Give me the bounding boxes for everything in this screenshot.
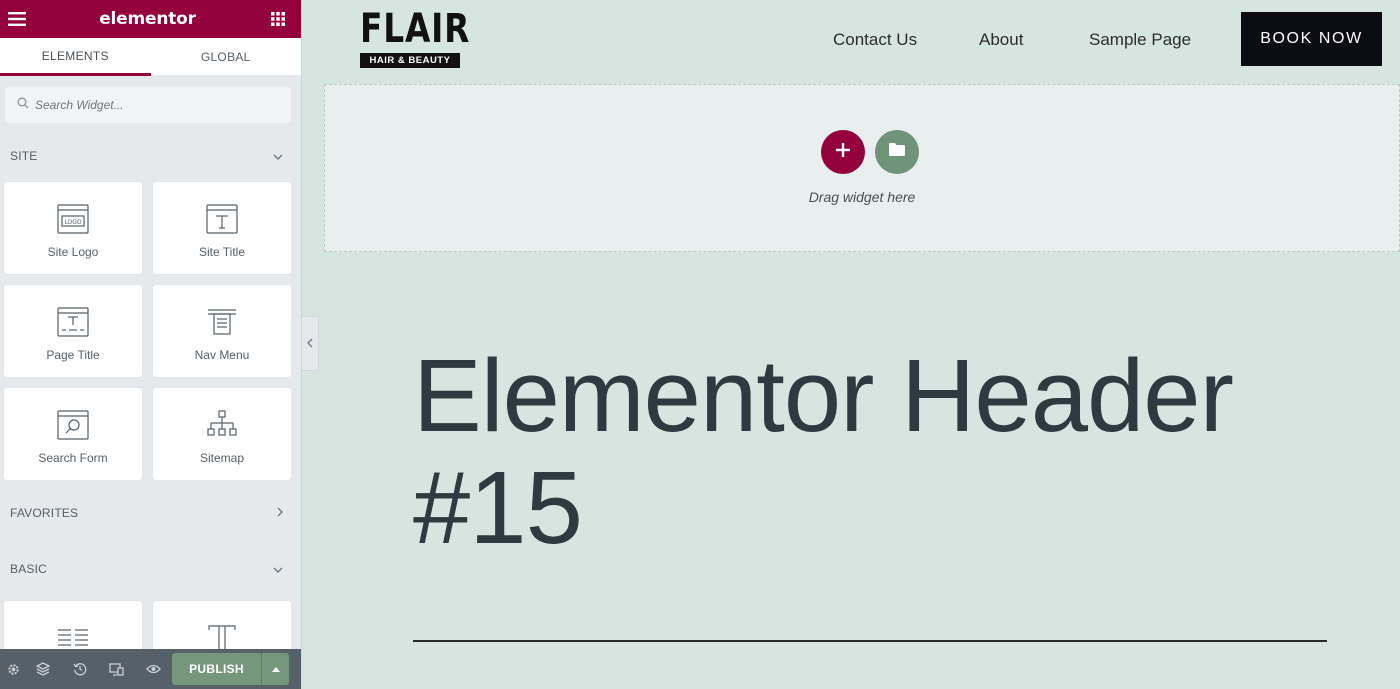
section-site-header[interactable]: SITE: [0, 133, 301, 179]
section-basic-header[interactable]: BASIC: [0, 540, 301, 598]
tab-elements[interactable]: ELEMENTS: [0, 38, 151, 76]
chevron-down-icon: [273, 149, 283, 163]
tab-global[interactable]: GLOBAL: [150, 38, 301, 76]
collapse-panel-toggle[interactable]: [302, 316, 319, 371]
page-title-icon: [55, 304, 91, 340]
search-widget-input[interactable]: [35, 98, 275, 112]
nav-link-about[interactable]: About: [979, 30, 1023, 50]
widget-label: Search Form: [38, 451, 108, 465]
publish-button[interactable]: PUBLISH: [172, 653, 261, 685]
chevron-left-icon: [307, 335, 313, 353]
chevron-down-icon: [273, 562, 283, 576]
hamburger-menu-icon[interactable]: [8, 10, 26, 28]
widget-label: Nav Menu: [194, 348, 250, 362]
search-form-icon: [55, 407, 91, 443]
sitemap-icon: [204, 407, 240, 443]
panel-footer: PUBLISH: [0, 649, 301, 689]
site-widget-grid: LOGO Site Logo Site Title Page Title Nav…: [0, 179, 301, 480]
empty-section-dropzone[interactable]: Drag widget here: [324, 84, 1400, 252]
search-icon: [17, 96, 29, 114]
section-title: SITE: [10, 149, 38, 163]
site-title-icon: [204, 201, 240, 237]
history-icon[interactable]: [61, 649, 98, 689]
nav-link-contact[interactable]: Contact Us: [833, 30, 917, 50]
panel-header: elementor: [0, 0, 301, 38]
widget-label: Sitemap: [199, 451, 245, 465]
settings-gear-icon[interactable]: [2, 649, 24, 689]
widget-site-title[interactable]: Site Title: [153, 182, 291, 274]
responsive-mode-icon[interactable]: [98, 649, 135, 689]
widget-search-form[interactable]: Search Form: [4, 388, 142, 480]
add-section-button[interactable]: [821, 130, 865, 174]
preview-eye-icon[interactable]: [135, 649, 172, 689]
divider-line: [413, 640, 1327, 642]
widget-site-logo[interactable]: LOGO Site Logo: [4, 182, 142, 274]
navigator-layers-icon[interactable]: [24, 649, 61, 689]
panel-tabs: ELEMENTS GLOBAL: [0, 38, 301, 76]
plus-icon: [836, 142, 850, 162]
folder-icon: [889, 143, 905, 161]
widget-sitemap[interactable]: Sitemap: [153, 388, 291, 480]
section-title: FAVORITES: [10, 506, 79, 520]
widget-label: Page Title: [46, 348, 100, 362]
page-headline: Elementor Header #15: [413, 338, 1234, 565]
grid-apps-icon[interactable]: [269, 10, 287, 28]
nav-link-sample-page[interactable]: Sample Page: [1089, 30, 1191, 50]
logo-subtitle: HAIR & BEAUTY: [360, 53, 460, 68]
site-logo[interactable]: FLAIR HAIR & BEAUTY: [360, 6, 471, 68]
svg-text:LOGO: LOGO: [64, 219, 82, 226]
widget-nav-menu[interactable]: Nav Menu: [153, 285, 291, 377]
add-template-button[interactable]: [875, 130, 919, 174]
nav-menu-icon: [204, 304, 240, 340]
widget-page-title[interactable]: Page Title: [4, 285, 142, 377]
section-favorites-header[interactable]: FAVORITES: [0, 486, 301, 540]
site-logo-icon: LOGO: [55, 201, 91, 237]
elementor-logo: elementor: [99, 9, 196, 29]
publish-options-caret-icon[interactable]: [261, 653, 289, 685]
widget-label: Site Title: [198, 245, 246, 259]
site-header: FLAIR HAIR & BEAUTY Contact Us About Sam…: [303, 0, 1400, 80]
book-now-button[interactable]: BOOK NOW: [1241, 12, 1382, 66]
widget-search: [5, 87, 291, 123]
section-title: BASIC: [10, 562, 48, 576]
editor-panel: elementor ELEMENTS GLOBAL SITE L: [0, 0, 302, 689]
widget-label: Site Logo: [47, 245, 99, 259]
logo-title: FLAIR: [360, 6, 471, 52]
drag-widget-hint: Drag widget here: [808, 189, 916, 205]
chevron-right-icon: [277, 506, 283, 520]
